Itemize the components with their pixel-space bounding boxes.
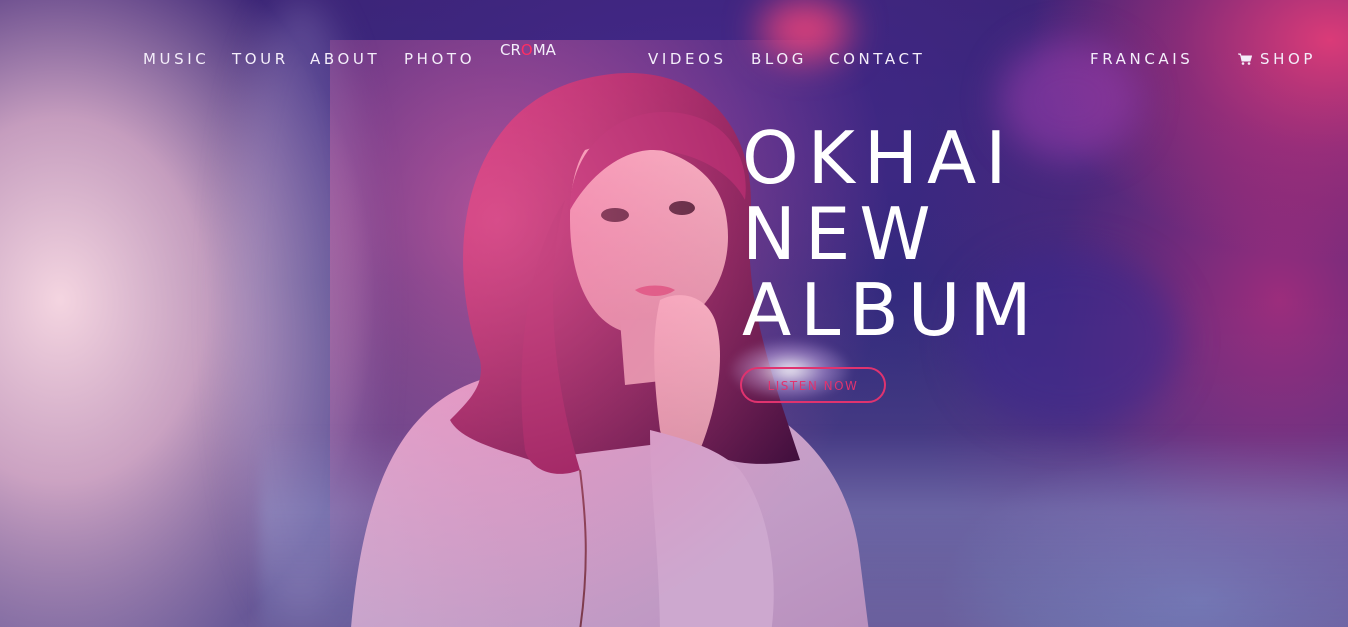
headline-line: ALBUM xyxy=(742,268,1041,352)
nav-item-tour[interactable]: TOUR xyxy=(232,50,289,68)
shop-link[interactable]: SHOP xyxy=(1238,50,1316,68)
main-navigation: MUSIC TOUR ABOUT PHOTO CROMA VIDEOS BLOG… xyxy=(0,41,1348,76)
hero-section: MUSIC TOUR ABOUT PHOTO CROMA VIDEOS BLOG… xyxy=(0,0,1348,627)
listen-now-button[interactable]: LISTEN NOW xyxy=(740,367,886,403)
nav-item-about[interactable]: ABOUT xyxy=(310,50,380,68)
headline-line: OKHAI xyxy=(742,116,1016,200)
language-switch-link[interactable]: FRANCAIS xyxy=(1090,50,1193,68)
nav-item-music[interactable]: MUSIC xyxy=(143,50,209,68)
nav-item-blog[interactable]: BLOG xyxy=(751,50,807,68)
logo-accent-o: O xyxy=(520,41,533,59)
shop-label: SHOP xyxy=(1260,50,1317,68)
headline-line: NEW xyxy=(742,192,940,276)
cart-icon xyxy=(1238,53,1252,65)
nav-item-contact[interactable]: CONTACT xyxy=(829,50,925,68)
hero-headline: OKHAI NEW ALBUM xyxy=(742,120,1041,348)
nav-item-videos[interactable]: VIDEOS xyxy=(648,50,727,68)
logo-text-left: CR xyxy=(500,41,521,59)
site-logo[interactable]: CROMA xyxy=(500,41,556,59)
logo-text-right: MA xyxy=(532,41,556,59)
nav-item-photo[interactable]: PHOTO xyxy=(404,50,475,68)
